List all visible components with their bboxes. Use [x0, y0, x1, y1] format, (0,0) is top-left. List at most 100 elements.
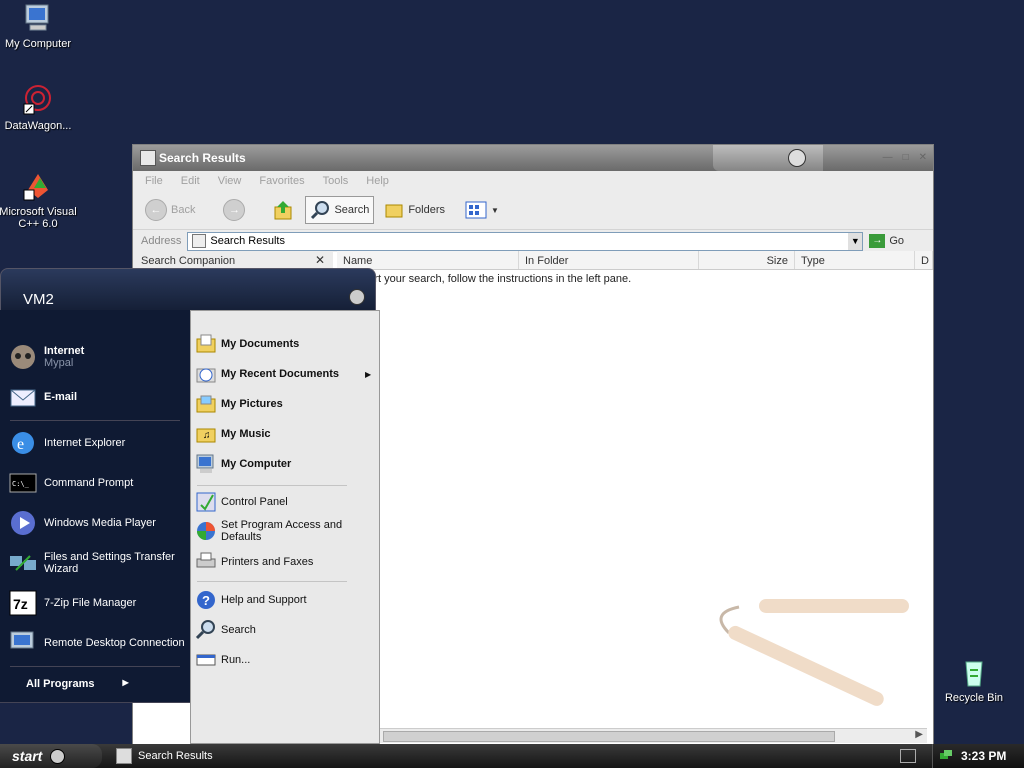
places-help[interactable]: ? Help and Support — [195, 589, 307, 611]
search-folder-icon — [140, 150, 156, 166]
up-folder-button[interactable] — [269, 196, 299, 224]
back-arrow-icon: ← — [145, 199, 167, 221]
places-label: Run... — [221, 654, 251, 666]
taskbar-item-search-results[interactable]: Search Results — [112, 746, 296, 766]
views-icon — [465, 201, 487, 219]
forward-button[interactable]: → — [219, 196, 249, 224]
places-control-panel[interactable]: Control Panel — [195, 491, 288, 513]
views-button[interactable]: ▼ — [461, 198, 503, 222]
my-computer-icon — [196, 454, 214, 473]
close-button[interactable]: ✕ — [919, 152, 927, 163]
all-programs-button[interactable]: All Programs ▶ — [26, 678, 129, 690]
search-results-icon — [116, 748, 132, 764]
places-label: Control Panel — [221, 496, 288, 508]
taskbar-item-label: Search Results — [138, 750, 213, 762]
places-my-computer[interactable]: My Computer — [195, 453, 291, 475]
places-printers[interactable]: Printers and Faxes — [195, 551, 313, 573]
svg-text:7z: 7z — [13, 596, 28, 612]
scroll-right-icon[interactable]: ▶ — [915, 729, 923, 740]
desktop-icon-visual-cpp[interactable]: Microsoft Visual C++ 6.0 — [0, 170, 78, 230]
window-titlebar[interactable]: Search Results — □ ✕ — [133, 145, 933, 171]
go-button[interactable]: → Go — [869, 234, 904, 248]
chevron-down-icon: ▼ — [491, 205, 499, 215]
desktop-icon-my-computer[interactable]: My Computer — [0, 2, 78, 50]
places-recent-documents[interactable]: My Recent Documents ▶ — [195, 363, 371, 385]
column-type[interactable]: Type — [795, 251, 915, 269]
up-folder-icon — [274, 201, 292, 220]
horizontal-scrollbar[interactable]: ▶ — [337, 728, 927, 743]
back-label: Back — [171, 204, 196, 216]
recent-command-prompt[interactable]: C:\_ Command Prompt — [8, 468, 133, 498]
start-menu: VM2 Internet Mypal E-mail e Internet Expl… — [0, 268, 380, 744]
places-program-access[interactable]: Set Program Access and Defaults — [195, 519, 351, 543]
menu-view[interactable]: View — [218, 175, 242, 187]
media-player-icon — [11, 511, 35, 535]
places-label: My Computer — [221, 458, 292, 470]
search-results-icon — [192, 234, 207, 248]
separator — [10, 420, 180, 421]
desktop-icon-label: Microsoft Visual C++ 6.0 — [0, 206, 77, 230]
clock[interactable]: 3:23 PM — [961, 749, 1006, 763]
svg-text:e: e — [17, 436, 24, 453]
search-button[interactable]: Search — [305, 196, 375, 224]
desktop-icon-datawagon[interactable]: DataWagon... — [0, 84, 78, 132]
places-my-pictures[interactable]: My Pictures — [195, 393, 283, 415]
recycle-bin-icon — [958, 656, 990, 688]
7zip-icon: 7z — [9, 590, 37, 616]
internet-explorer-icon: e — [12, 432, 34, 454]
address-dropdown-icon[interactable]: ▼ — [848, 232, 863, 250]
recent-7zip[interactable]: 7z 7-Zip File Manager — [8, 588, 136, 618]
column-size[interactable]: Size — [699, 251, 795, 269]
go-label: Go — [889, 235, 905, 247]
my-music-icon: ♫ — [196, 428, 216, 443]
help-icon: ? — [197, 591, 215, 609]
recent-internet-explorer[interactable]: e Internet Explorer — [8, 428, 125, 458]
transfer-wizard-icon — [10, 555, 36, 571]
visual-cpp-icon — [22, 170, 54, 202]
close-pane-button[interactable]: ✕ — [315, 253, 325, 267]
desktop-icon-label: My Computer — [4, 38, 72, 50]
pinned-email[interactable]: E-mail — [8, 382, 77, 412]
power-icon — [50, 748, 66, 764]
column-name[interactable]: Name — [337, 251, 519, 269]
address-field[interactable]: Search Results ▼ — [187, 231, 864, 251]
svg-text:C:\_: C:\_ — [12, 480, 30, 488]
column-date[interactable]: D — [915, 251, 933, 269]
desktop-icon-recycle-bin[interactable]: Recycle Bin — [934, 656, 1014, 704]
start-button[interactable]: start — [0, 744, 102, 768]
separator — [197, 485, 347, 486]
scrollbar-thumb[interactable] — [383, 731, 835, 742]
places-run[interactable]: Run... — [195, 649, 250, 671]
desktop-icon-label: Recycle Bin — [944, 692, 1004, 704]
my-computer-icon — [22, 2, 54, 34]
network-icon[interactable] — [939, 749, 953, 763]
column-headers: Name In Folder Size Type D — [337, 251, 933, 270]
folders-button[interactable]: Folders — [380, 197, 449, 223]
recent-media-player[interactable]: Windows Media Player — [8, 508, 156, 538]
menu-file[interactable]: File — [145, 175, 163, 187]
menu-help[interactable]: Help — [366, 175, 389, 187]
address-label: Address — [141, 235, 182, 247]
minimize-button[interactable]: — — [883, 152, 893, 163]
recent-label: Files and Settings Transfer Wizard — [44, 551, 175, 575]
menu-edit[interactable]: Edit — [181, 175, 200, 187]
start-label: start — [12, 748, 43, 764]
pinned-internet[interactable]: Internet Mypal — [8, 342, 84, 372]
submenu-arrow-icon: ▶ — [365, 369, 372, 379]
keyboard-icon[interactable] — [900, 749, 916, 763]
recent-transfer-wizard[interactable]: Files and Settings Transfer Wizard — [8, 548, 179, 578]
menu-favorites[interactable]: Favorites — [259, 175, 304, 187]
pinned-sublabel: Mypal — [44, 357, 74, 369]
recent-label: Internet Explorer — [44, 437, 126, 449]
places-my-music[interactable]: ♫ My Music — [195, 423, 271, 445]
titlebar-cap — [713, 145, 823, 171]
folders-icon — [385, 204, 403, 218]
places-search[interactable]: Search — [195, 619, 256, 641]
maximize-button[interactable]: □ — [903, 152, 909, 163]
back-button[interactable]: ← Back — [141, 196, 199, 224]
column-in-folder[interactable]: In Folder — [519, 251, 699, 269]
taskbar: start Search Results 3:23 PM — [0, 744, 1024, 768]
places-my-documents[interactable]: My Documents — [195, 333, 299, 355]
recent-remote-desktop[interactable]: Remote Desktop Connection — [8, 628, 185, 658]
menu-tools[interactable]: Tools — [323, 175, 349, 187]
